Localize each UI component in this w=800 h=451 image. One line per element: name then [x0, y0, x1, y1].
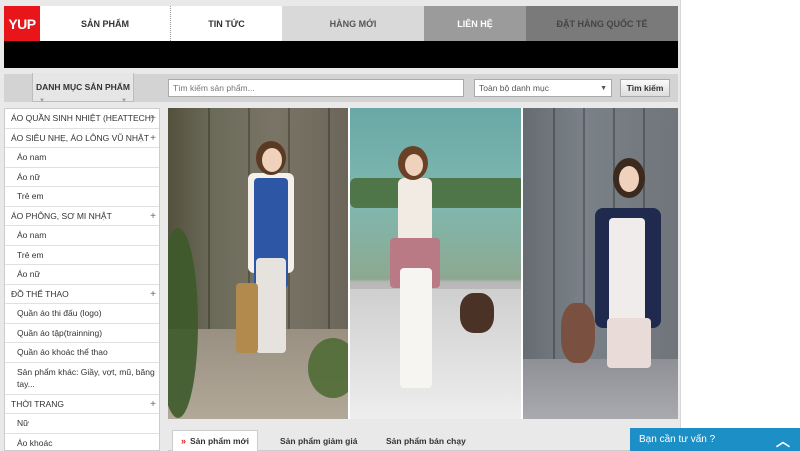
- caret-down-icon: ▼: [600, 85, 607, 92]
- banner-photo-2: [348, 108, 521, 419]
- page: YUP SẢN PHẨM TIN TỨC HÀNG MỚI LIÊN HỆ ĐẶ…: [0, 0, 681, 451]
- sidebar-item-label: Trẻ em: [17, 191, 44, 202]
- category-select[interactable]: Toàn bộ danh mục ▼: [474, 79, 612, 97]
- chevron-right-icon: »: [181, 436, 187, 446]
- category-sidebar: ÁO QUẦN SINH NHIỆT (HEATTECH) + ÁO SIÊU NH…: [4, 108, 160, 451]
- plus-icon[interactable]: +: [150, 289, 156, 300]
- sidebar-item[interactable]: Sản phẩm khác: Giầy, vợt, mũ, băng tay..…: [5, 363, 159, 395]
- sidebar-item-label: Áo nam: [17, 152, 47, 163]
- nav-san-pham[interactable]: SẢN PHẨM: [40, 6, 170, 41]
- search-button[interactable]: Tìm kiếm: [620, 79, 670, 97]
- chat-widget[interactable]: Bạn cần tư vấn ? ︿: [630, 428, 800, 451]
- sidebar-item-label: Áo nữ: [17, 171, 41, 182]
- sidebar-category[interactable]: THỜI TRANG +: [5, 395, 159, 414]
- sidebar-item-label: ÁO PHÔNG, SƠ MI NHẬT: [11, 210, 112, 221]
- hero-banner[interactable]: [168, 108, 678, 419]
- sidebar-item-label: Quần áo khoác thể thao: [17, 347, 108, 358]
- search-bar: DANH MỤC SẢN PHẨM ▼ ▼ Toàn bộ danh mục ▼…: [4, 73, 678, 104]
- tab-best-sellers[interactable]: Sản phẩm bán chạy: [386, 430, 466, 451]
- sidebar-item[interactable]: Trẻ em: [5, 187, 159, 207]
- top-nav: YUP SẢN PHẨM TIN TỨC HÀNG MỚI LIÊN HỆ ĐẶ…: [4, 6, 678, 41]
- tab-discount-products[interactable]: Sản phẩm giảm giá: [280, 430, 357, 451]
- chat-label: Bạn cần tư vấn ?: [639, 434, 716, 445]
- banner-photo-1: [168, 108, 348, 419]
- sidebar-item-label: Trẻ em: [17, 249, 44, 260]
- category-menu-tab[interactable]: DANH MỤC SẢN PHẨM ▼ ▼: [32, 73, 134, 104]
- nav-dat-hang-quoc-te[interactable]: ĐẶT HÀNG QUỐC TẾ: [526, 6, 678, 41]
- sidebar-category[interactable]: ÁO QUẦN SINH NHIỆT (HEATTECH) +: [5, 109, 159, 129]
- nav-lien-he[interactable]: LIÊN HỆ: [424, 6, 526, 41]
- arrow-down-icon: ▼: [121, 98, 127, 104]
- search-input[interactable]: [168, 79, 464, 97]
- sidebar-category[interactable]: ÁO PHÔNG, SƠ MI NHẬT +: [5, 207, 159, 226]
- plus-icon[interactable]: +: [150, 211, 156, 222]
- sidebar-item-label: THỜI TRANG: [11, 398, 64, 409]
- sidebar-item[interactable]: Quần áo tập(trainning): [5, 324, 159, 343]
- sidebar-item-label: Quần áo tập(trainning): [17, 327, 103, 338]
- sidebar-item-label: ÁO SIÊU NHẸ, ÁO LÔNG VŨ NHẬT: [11, 132, 149, 143]
- sidebar-item[interactable]: Áo nam: [5, 148, 159, 168]
- category-menu-label: DANH MỤC SẢN PHẨM: [36, 82, 130, 92]
- sidebar-item[interactable]: Áo nữ: [5, 168, 159, 187]
- tab-new-products[interactable]: » Sản phẩm mới: [172, 430, 258, 451]
- sidebar-item-label: Nữ: [17, 418, 29, 429]
- nav-hang-moi[interactable]: HÀNG MỚI: [282, 6, 424, 41]
- header-banner-strip: [4, 41, 678, 68]
- sidebar-item-label: ĐỒ THỂ THAO: [11, 288, 69, 299]
- tab-label: Sản phẩm mới: [190, 436, 249, 446]
- sidebar-item[interactable]: Áo nữ: [5, 265, 159, 285]
- sidebar-item-label: Áo khoác: [17, 437, 53, 448]
- sidebar-item[interactable]: Quần áo khoác thể thao: [5, 343, 159, 363]
- product-tabs: » Sản phẩm mới Sản phẩm giảm giá Sản phẩ…: [168, 428, 678, 451]
- plus-icon[interactable]: +: [150, 133, 156, 144]
- sidebar-item-label: Sản phẩm khác: Giầy, vợt, mũ, băng tay..…: [17, 367, 155, 389]
- category-select-value: Toàn bộ danh mục: [479, 83, 549, 93]
- sidebar-category[interactable]: ÁO SIÊU NHẸ, ÁO LÔNG VŨ NHẬT +: [5, 129, 159, 148]
- nav-tin-tuc[interactable]: TIN TỨC: [170, 6, 282, 41]
- chevron-up-icon[interactable]: ︿: [776, 431, 790, 451]
- sidebar-item-label: Áo nữ: [17, 269, 41, 280]
- plus-icon[interactable]: +: [150, 113, 156, 124]
- sidebar-item[interactable]: Quần áo thi đấu (logo): [5, 304, 159, 324]
- sidebar-item[interactable]: Nữ: [5, 414, 159, 434]
- banner-photo-3: [521, 108, 678, 419]
- plus-icon[interactable]: +: [150, 399, 156, 410]
- sidebar-item[interactable]: Trẻ em: [5, 246, 159, 265]
- sidebar-category[interactable]: ĐỒ THỂ THAO +: [5, 285, 159, 304]
- category-tab-arrows: ▼ ▼: [39, 98, 127, 104]
- sidebar-item[interactable]: Áo nam: [5, 226, 159, 246]
- sidebar-item-label: Áo nam: [17, 230, 47, 241]
- sidebar-item-label: ÁO QUẦN SINH NHIỆT (HEATTECH): [11, 113, 154, 124]
- arrow-down-icon: ▼: [39, 98, 45, 104]
- logo[interactable]: YUP: [4, 6, 40, 41]
- sidebar-item-label: Quần áo thi đấu (logo): [17, 308, 102, 319]
- sidebar-item[interactable]: Áo khoác: [5, 434, 159, 451]
